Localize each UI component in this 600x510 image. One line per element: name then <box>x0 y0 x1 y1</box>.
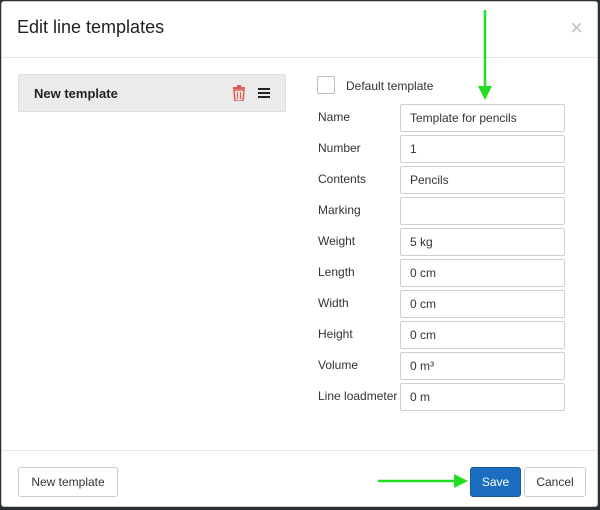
close-icon[interactable]: × <box>570 17 583 39</box>
number-input[interactable]: 1 <box>400 135 565 163</box>
new-template-button[interactable]: New template <box>18 467 118 497</box>
line-loadmeter-input[interactable]: 0 m <box>400 383 565 411</box>
template-item-label: New template <box>34 86 118 101</box>
height-label: Height <box>318 327 353 341</box>
edit-line-templates-dialog: Edit line templates × New template Defau… <box>1 1 598 507</box>
menu-icon[interactable] <box>258 88 270 98</box>
trash-icon[interactable] <box>232 85 246 101</box>
weight-input[interactable]: 5 kg <box>400 228 565 256</box>
height-input[interactable]: 0 cm <box>400 321 565 349</box>
line-loadmeter-label: Line loadmeter <box>318 389 398 403</box>
width-label: Width <box>318 296 349 310</box>
contents-input[interactable]: Pencils <box>400 166 565 194</box>
marking-label: Marking <box>318 203 361 217</box>
default-template-checkbox[interactable] <box>317 76 335 94</box>
marking-input[interactable] <box>400 197 565 225</box>
contents-label: Contents <box>318 172 367 186</box>
template-list-item[interactable]: New template <box>18 74 286 112</box>
length-input[interactable]: 0 cm <box>400 259 565 287</box>
length-label: Length <box>318 265 355 279</box>
volume-label: Volume <box>318 358 359 372</box>
right-arrow-icon <box>378 474 468 488</box>
header-divider <box>2 57 597 58</box>
cancel-button[interactable]: Cancel <box>524 467 586 497</box>
down-arrow-icon <box>478 10 492 100</box>
width-input[interactable]: 0 cm <box>400 290 565 318</box>
default-template-label: Default template <box>346 79 434 93</box>
footer-divider <box>2 450 597 451</box>
number-label: Number <box>318 141 361 155</box>
weight-label: Weight <box>318 234 356 248</box>
name-label: Name <box>318 110 351 124</box>
save-button[interactable]: Save <box>470 467 521 497</box>
name-input[interactable]: Template for pencils <box>400 104 565 132</box>
dialog-title: Edit line templates <box>17 17 165 37</box>
volume-input[interactable]: 0 m³ <box>400 352 565 380</box>
